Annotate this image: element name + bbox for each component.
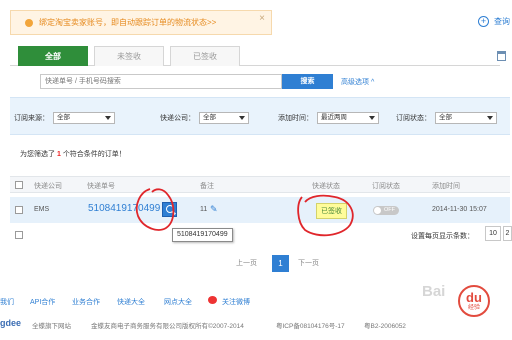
annotation-circle-status [297,194,354,237]
annotation-overlay [135,188,354,237]
annotation-circle-search [135,188,175,231]
